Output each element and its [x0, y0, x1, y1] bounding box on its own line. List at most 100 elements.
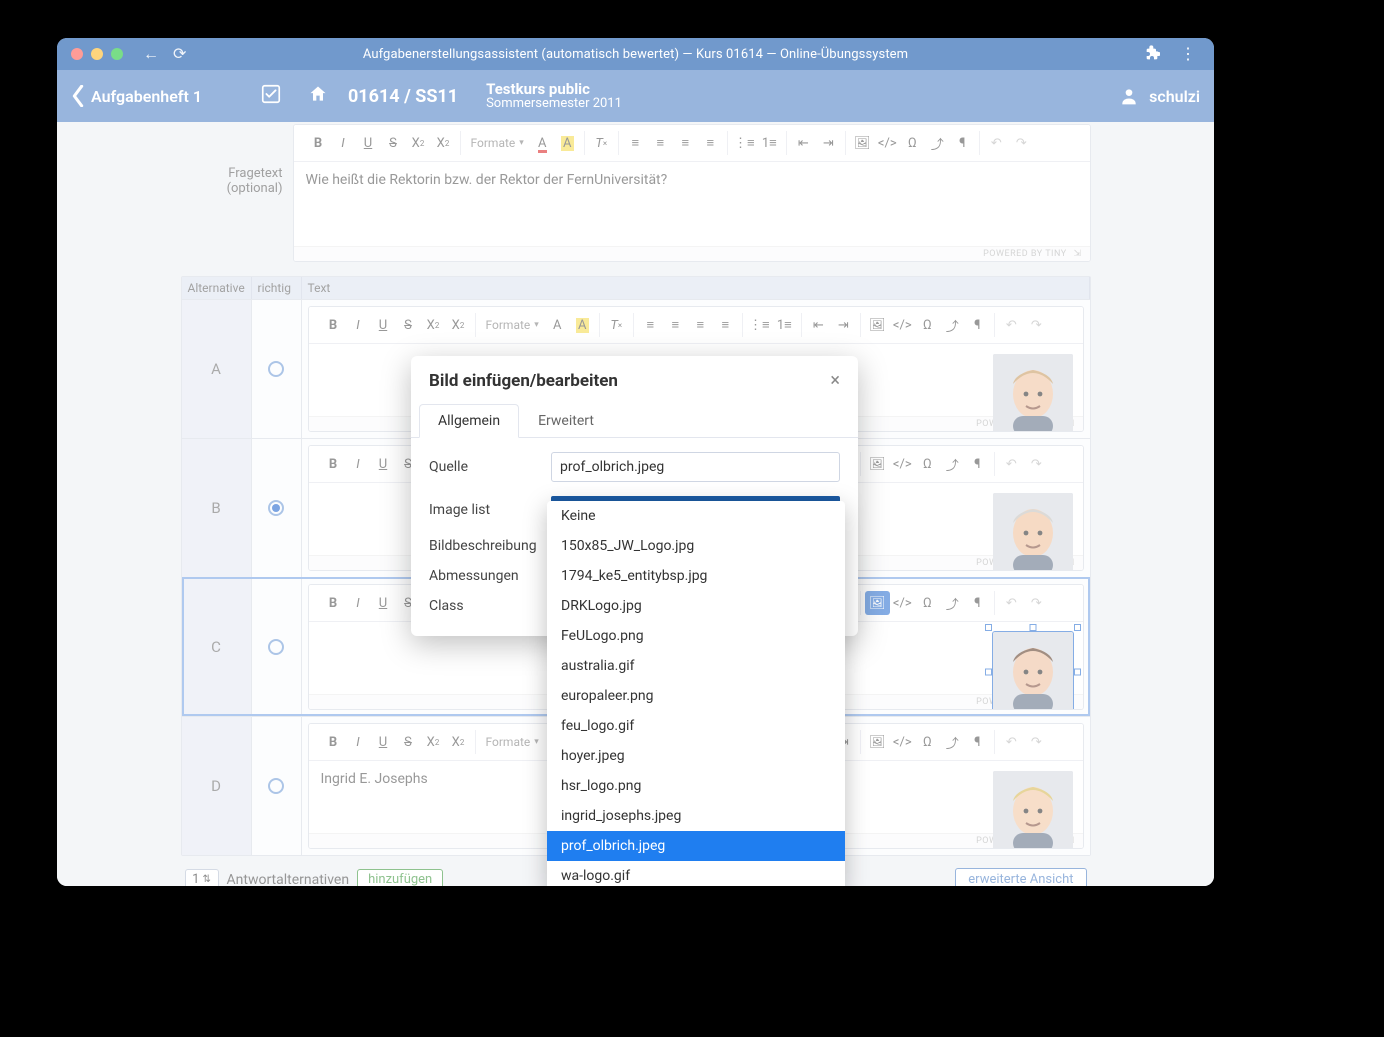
image-button[interactable]: 🖼 — [865, 591, 890, 615]
pilcrow-button[interactable]: ¶ — [965, 730, 990, 754]
upload-button[interactable]: ⤴ — [940, 730, 965, 754]
imagelist-option[interactable]: australia.gif — [547, 651, 845, 681]
align-left-button[interactable]: ≡ — [638, 313, 663, 337]
upload-button[interactable]: ⤴ — [940, 591, 965, 615]
upload-button[interactable]: ⤴ — [940, 452, 965, 476]
alternative-image[interactable] — [993, 493, 1073, 571]
imagelist-option[interactable]: hsr_logo.png — [547, 771, 845, 801]
strike-button[interactable]: S — [396, 313, 421, 337]
source-input[interactable] — [551, 452, 840, 482]
omega-button[interactable]: Ω — [900, 131, 925, 155]
align-center-button[interactable]: ≡ — [663, 313, 688, 337]
add-alternative-button[interactable]: hinzufügen — [357, 869, 443, 886]
omega-button[interactable]: Ω — [915, 313, 940, 337]
imagelist-option[interactable]: ingrid_josephs.jpeg — [547, 801, 845, 831]
pilcrow-button[interactable]: ¶ — [965, 313, 990, 337]
number-list-button[interactable]: 1≡ — [757, 131, 782, 155]
bullet-list-button[interactable]: ⋮≡ — [732, 131, 757, 155]
nav-back-button[interactable]: ← — [143, 44, 159, 64]
bold-button[interactable]: B — [321, 591, 346, 615]
superscript-button[interactable]: X2 — [446, 730, 471, 754]
undo-button[interactable]: ↶ — [984, 131, 1009, 155]
overflow-menu-icon[interactable]: ⋮ — [1180, 44, 1196, 64]
text-color-button[interactable]: A — [545, 313, 570, 337]
code-button[interactable]: </> — [875, 131, 900, 155]
correct-radio[interactable] — [268, 500, 284, 516]
subscript-button[interactable]: X2 — [421, 730, 446, 754]
align-right-button[interactable]: ≡ — [673, 131, 698, 155]
number-list-button[interactable]: 1≡ — [772, 313, 797, 337]
code-button[interactable]: </> — [890, 313, 915, 337]
superscript-button[interactable]: X2 — [446, 313, 471, 337]
count-stepper[interactable]: 1⇅ — [185, 869, 219, 887]
window-maximize-button[interactable] — [111, 48, 123, 60]
bold-button[interactable]: B — [321, 452, 346, 476]
alternative-image[interactable] — [993, 632, 1073, 710]
dialog-close-button[interactable]: × — [830, 370, 840, 391]
checklist-icon[interactable] — [260, 83, 282, 109]
bg-color-button[interactable]: A — [555, 131, 580, 155]
question-textarea[interactable]: Wie heißt die Rektorin bzw. der Rektor d… — [294, 162, 1090, 246]
indent-button[interactable]: ⇥ — [831, 313, 856, 337]
imagelist-option[interactable]: Keine — [547, 501, 845, 531]
omega-button[interactable]: Ω — [915, 591, 940, 615]
correct-radio[interactable] — [268, 778, 284, 794]
image-button[interactable]: 🖼 — [865, 730, 890, 754]
redo-button[interactable]: ↷ — [1024, 313, 1049, 337]
underline-button[interactable]: U — [356, 131, 381, 155]
imagelist-option[interactable]: prof_olbrich.jpeg — [547, 831, 845, 861]
subscript-button[interactable]: X2 — [421, 313, 446, 337]
underline-button[interactable]: U — [371, 452, 396, 476]
nav-reload-button[interactable]: ⟳ — [173, 44, 186, 64]
undo-button[interactable]: ↶ — [999, 730, 1024, 754]
bold-button[interactable]: B — [306, 131, 331, 155]
image-button[interactable]: 🖼 — [850, 131, 875, 155]
undo-button[interactable]: ↶ — [999, 313, 1024, 337]
align-justify-button[interactable]: ≡ — [713, 313, 738, 337]
bold-button[interactable]: B — [321, 313, 346, 337]
format-select[interactable]: Formate ▾ — [480, 735, 545, 749]
clear-format-button[interactable]: T× — [589, 131, 614, 155]
undo-button[interactable]: ↶ — [999, 591, 1024, 615]
redo-button[interactable]: ↷ — [1024, 730, 1049, 754]
omega-button[interactable]: Ω — [915, 452, 940, 476]
imagelist-option[interactable]: FeULogo.png — [547, 621, 845, 651]
redo-button[interactable]: ↷ — [1024, 591, 1049, 615]
redo-button[interactable]: ↷ — [1024, 452, 1049, 476]
align-left-button[interactable]: ≡ — [623, 131, 648, 155]
text-color-button[interactable]: A — [530, 131, 555, 155]
strike-button[interactable]: S — [396, 730, 421, 754]
italic-button[interactable]: I — [346, 730, 371, 754]
superscript-button[interactable]: X2 — [431, 131, 456, 155]
align-justify-button[interactable]: ≡ — [698, 131, 723, 155]
italic-button[interactable]: I — [346, 452, 371, 476]
outdent-button[interactable]: ⇤ — [791, 131, 816, 155]
breadcrumb-back[interactable]: Aufgabenheft 1 — [71, 85, 202, 107]
imagelist-option[interactable]: hoyer.jpeg — [547, 741, 845, 771]
alternative-image[interactable] — [993, 771, 1073, 849]
underline-button[interactable]: U — [371, 730, 396, 754]
extended-view-button[interactable]: erweiterte Ansicht — [955, 868, 1086, 886]
subscript-button[interactable]: X2 — [406, 131, 431, 155]
underline-button[interactable]: U — [371, 591, 396, 615]
image-button[interactable]: 🖼 — [865, 452, 890, 476]
align-center-button[interactable]: ≡ — [648, 131, 673, 155]
omega-button[interactable]: Ω — [915, 730, 940, 754]
italic-button[interactable]: I — [346, 313, 371, 337]
redo-button[interactable]: ↷ — [1009, 131, 1034, 155]
code-button[interactable]: </> — [890, 452, 915, 476]
course-code[interactable]: 01614 / SS11 — [348, 86, 458, 107]
code-button[interactable]: </> — [890, 591, 915, 615]
code-button[interactable]: </> — [890, 730, 915, 754]
format-select[interactable]: Formate ▾ — [465, 136, 530, 150]
imagelist-option[interactable]: 150x85_JW_Logo.jpg — [547, 531, 845, 561]
italic-button[interactable]: I — [346, 591, 371, 615]
outdent-button[interactable]: ⇤ — [806, 313, 831, 337]
bullet-list-button[interactable]: ⋮≡ — [747, 313, 772, 337]
correct-radio[interactable] — [268, 361, 284, 377]
tab-advanced[interactable]: Erweitert — [519, 404, 613, 438]
indent-button[interactable]: ⇥ — [816, 131, 841, 155]
italic-button[interactable]: I — [331, 131, 356, 155]
home-icon[interactable] — [308, 84, 328, 108]
extension-icon[interactable] — [1144, 44, 1160, 64]
